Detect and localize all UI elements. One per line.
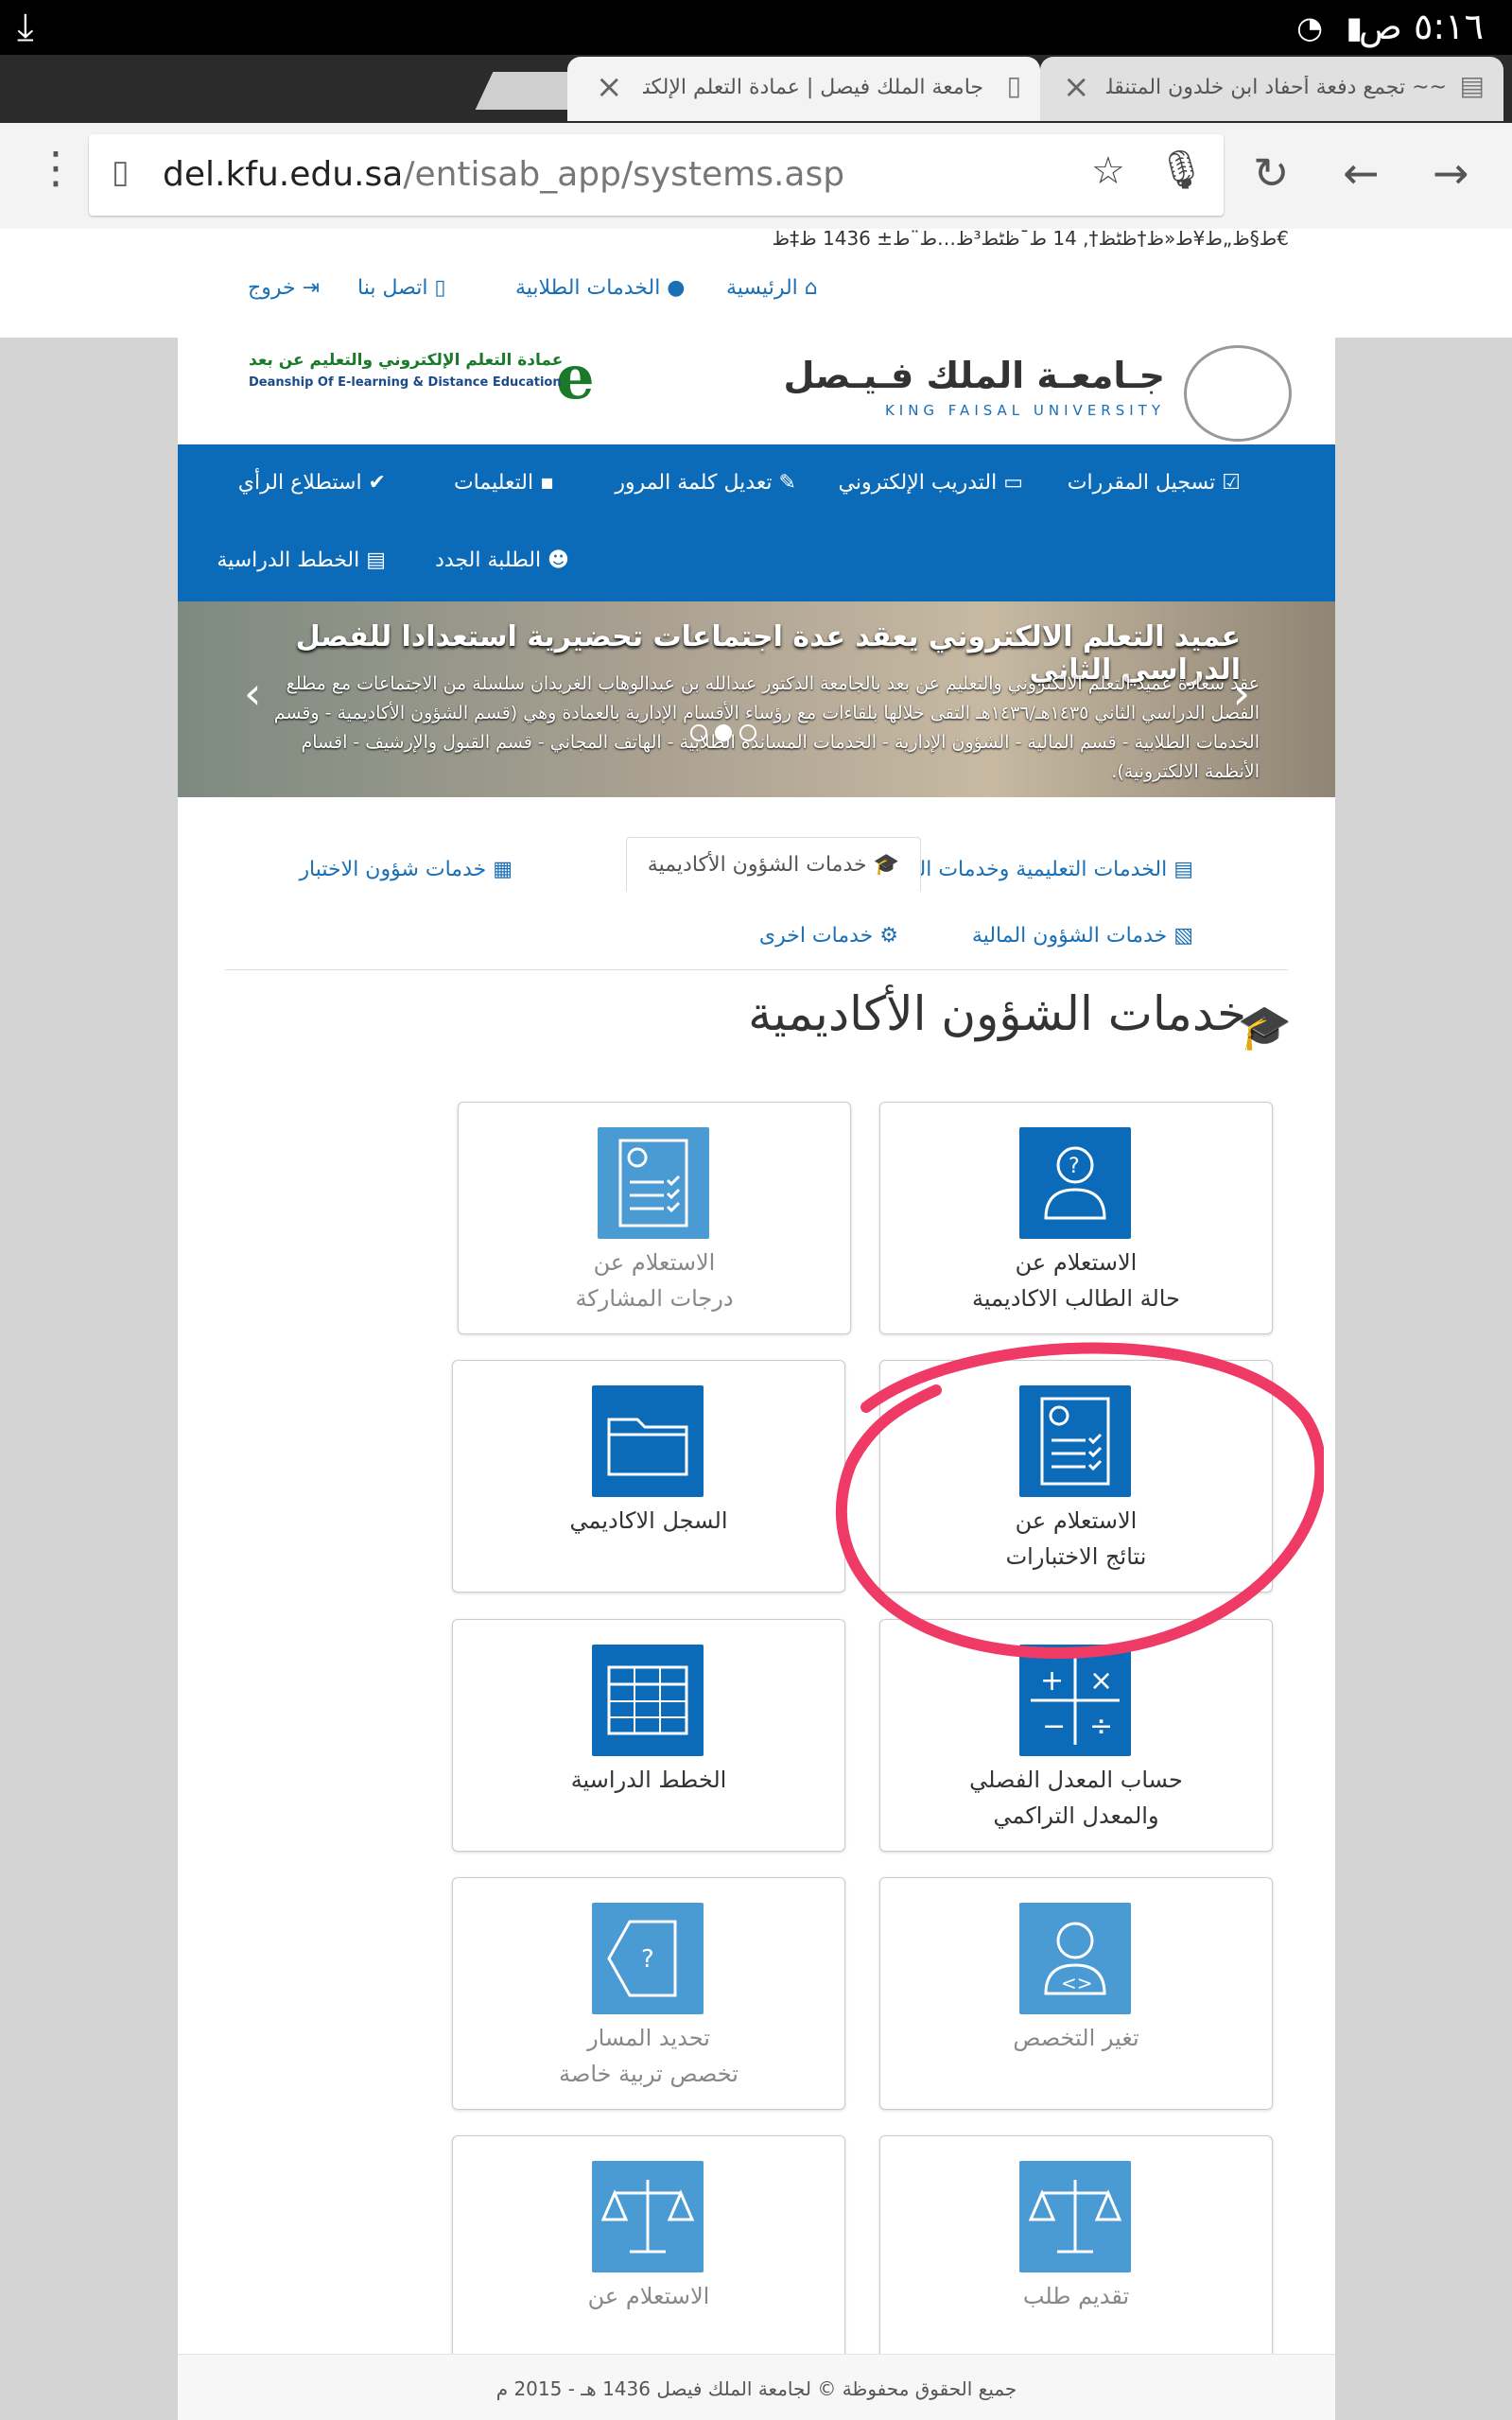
- clock: ٥:١٦ ص: [1358, 6, 1484, 47]
- path-icon: ?: [592, 1903, 704, 2014]
- tab-financial-services[interactable]: ▧ خدمات الشؤون المالية: [972, 924, 1193, 948]
- news-body: عقد سعادة عميد التعلم الالكتروني والتعلي…: [273, 673, 1260, 782]
- carousel-next-icon[interactable]: ›: [1233, 668, 1250, 719]
- star-icon[interactable]: ☆: [1091, 149, 1125, 193]
- carousel-dot[interactable]: [690, 724, 707, 741]
- scales-icon: [592, 2161, 704, 2272]
- nav-home[interactable]: ⌂ الرئيسية: [726, 276, 818, 300]
- status-bar: ⤓ ◔ ▮ ٥:١٦ ص: [0, 0, 1512, 55]
- download-icon: ⤓: [17, 6, 34, 49]
- browser-toolbar: ⋮ ▯ del.kfu.edu.sa/entisab_app/systems.a…: [0, 123, 1512, 230]
- kfu-seal-icon: [1184, 345, 1292, 442]
- card-special-education-track[interactable]: ? تحديد المسار تخصص تربية خاصة: [452, 1877, 845, 2110]
- service-tabs: ▤ الخدمات التعليمية وخدمات التعلم 🎓 خدما…: [225, 837, 1288, 970]
- table-icon: [592, 1645, 704, 1756]
- site-topbar: ط§ظ„ط¥ط«ظ†ظٹظ†, 14 ط¯ظٹط³ظ…ط¨ط± 1436 ظ‡ظ…: [0, 227, 1512, 338]
- main-nav: ☑ تسجيل المقررات ▭ التدريب الإلكتروني ✎ …: [178, 444, 1335, 601]
- url-text: del.kfu.edu.sa/entisab_app/systems.asp: [163, 155, 845, 194]
- kfu-name-en: KING FAISAL UNIVERSITY: [884, 402, 1165, 419]
- tab-title: ~~ تجمع دفعة أحفاد ابن خلدون المتنقله: [1106, 76, 1447, 99]
- menu-icon[interactable]: ⋮: [34, 142, 78, 193]
- nav-logout[interactable]: ⇥ خروج: [248, 276, 320, 300]
- back-icon[interactable]: ←: [1343, 148, 1380, 199]
- carousel-dot[interactable]: [739, 724, 756, 741]
- nav-instructions[interactable]: ▪ التعليمات: [454, 471, 554, 495]
- scales-icon: [1019, 2161, 1131, 2272]
- site-footer: جميع الحقوق محفوظة © لجامعة الملك فيصل 1…: [178, 2354, 1335, 2420]
- card-change-major[interactable]: <> تغير التخصص: [879, 1877, 1273, 2110]
- address-bar[interactable]: ▯ del.kfu.edu.sa/entisab_app/systems.asp…: [89, 134, 1224, 216]
- tab-academic-services[interactable]: 🎓 خدمات الشؤون الأكاديمية: [625, 837, 921, 892]
- card-inquiry[interactable]: الاستعلام عن: [452, 2135, 845, 2368]
- news-carousel[interactable]: عميد التعلم الالكتروني يعقد عدة اجتماعات…: [178, 601, 1335, 797]
- page-info-icon[interactable]: ▯: [112, 153, 130, 191]
- deanship-name-en: Deanship Of E-learning & Distance Educat…: [249, 375, 562, 390]
- nav-survey[interactable]: ✔ استطلاع الرأي: [238, 471, 386, 495]
- page-icon: ▯: [1006, 70, 1021, 101]
- nav-study-plans[interactable]: ▤ الخطط الدراسية: [217, 548, 386, 572]
- nav-e-training[interactable]: ▭ التدريب الإلكتروني: [839, 471, 1024, 495]
- web-page: ط§ظ„ط¥ط«ظ†ظٹظ†, 14 ط¯ظٹط³ظ…ط¨ط± 1436 ظ‡ظ…: [0, 227, 1512, 2420]
- carousel-dot-active[interactable]: [715, 724, 732, 741]
- browser-tab[interactable]: × ~~ تجمع دفعة أحفاد ابن خلدون المتنقله …: [1040, 57, 1503, 121]
- reload-icon[interactable]: ↻: [1253, 148, 1290, 199]
- wifi-icon: ◔: [1296, 9, 1323, 45]
- mic-icon[interactable]: 🎙: [1157, 148, 1206, 192]
- card-study-plans[interactable]: الخطط الدراسية: [452, 1619, 845, 1852]
- highlight-circle-annotation: [836, 1342, 1324, 1660]
- browser-tab-active[interactable]: × جامعة الملك فيصل | عمادة التعلم الإلكت…: [567, 57, 1040, 121]
- date-text: ط§ظ„ط¥ط«ظ†ظٹظ†, 14 ط¯ظٹط³ظ…ط¨ط± 1436 ظ‡ظ…: [772, 227, 1289, 250]
- close-tab-icon[interactable]: ×: [596, 68, 623, 106]
- svg-text:×: ×: [1089, 1664, 1113, 1697]
- svg-text:−: −: [1042, 1710, 1066, 1743]
- kfu-name-ar: جـامعـة الملك فـيـصل: [783, 355, 1165, 396]
- card-academic-status[interactable]: ? الاستعلام عن حالة الطالب الاكاديمية: [879, 1102, 1273, 1334]
- svg-text:?: ?: [641, 1945, 654, 1974]
- change-major-icon: <>: [1019, 1903, 1131, 2014]
- card-academic-record[interactable]: السجل الاكاديمي: [452, 1360, 845, 1593]
- copyright-text: جميع الحقوق محفوظة © لجامعة الملك فيصل 1…: [495, 2377, 1017, 2400]
- nav-course-registration[interactable]: ☑ تسجيل المقررات: [1068, 471, 1241, 495]
- card-participation-grades[interactable]: الاستعلام عن درجات المشاركة: [458, 1102, 851, 1334]
- card-submit-request[interactable]: تقديم طلب: [879, 2135, 1273, 2368]
- tab-other-services[interactable]: ⚙ خدمات اخرى: [759, 924, 898, 948]
- tab-title: جامعة الملك فيصل | عمادة التعلم الإلكتر: [643, 76, 983, 99]
- svg-text:?: ?: [1069, 1155, 1080, 1178]
- forward-icon[interactable]: →: [1433, 148, 1469, 199]
- close-tab-icon[interactable]: ×: [1063, 68, 1090, 106]
- svg-text:÷: ÷: [1089, 1710, 1113, 1743]
- tab-exam-services[interactable]: ▦ خدمات شؤون الاختبار: [299, 858, 513, 881]
- nav-contact[interactable]: ▯ اتصل بنا: [357, 276, 446, 300]
- student-profile-icon: ?: [1019, 1127, 1131, 1239]
- nav-change-password[interactable]: ✎ تعديل كلمة المرور: [615, 471, 796, 495]
- browser-tab-strip: × جامعة الملك فيصل | عمادة التعلم الإلكت…: [0, 55, 1512, 123]
- svg-text:+: +: [1040, 1664, 1064, 1697]
- nav-new-students[interactable]: ☻ الطلبة الجدد: [435, 548, 569, 572]
- brand-header: جـامعـة الملك فـيـصل KING FAISAL UNIVERS…: [178, 338, 1335, 444]
- deanship-name-ar: عمادة التعلم الإلكتروني والتعليم عن بعد: [249, 351, 564, 370]
- nav-student-services[interactable]: ● الخدمات الطلابية: [515, 276, 686, 300]
- tab-educational-services[interactable]: ▤ الخدمات التعليمية وخدمات التعلم: [882, 858, 1193, 881]
- grade-sheet-icon: [598, 1127, 709, 1239]
- carousel-prev-icon[interactable]: ‹: [244, 668, 261, 719]
- favicon-icon: ▤: [1459, 70, 1485, 101]
- folder-icon: [592, 1385, 704, 1497]
- svg-text:<>: <>: [1061, 1972, 1093, 1994]
- section-title: خدمات الشؤون الأكاديمية: [748, 986, 1246, 1041]
